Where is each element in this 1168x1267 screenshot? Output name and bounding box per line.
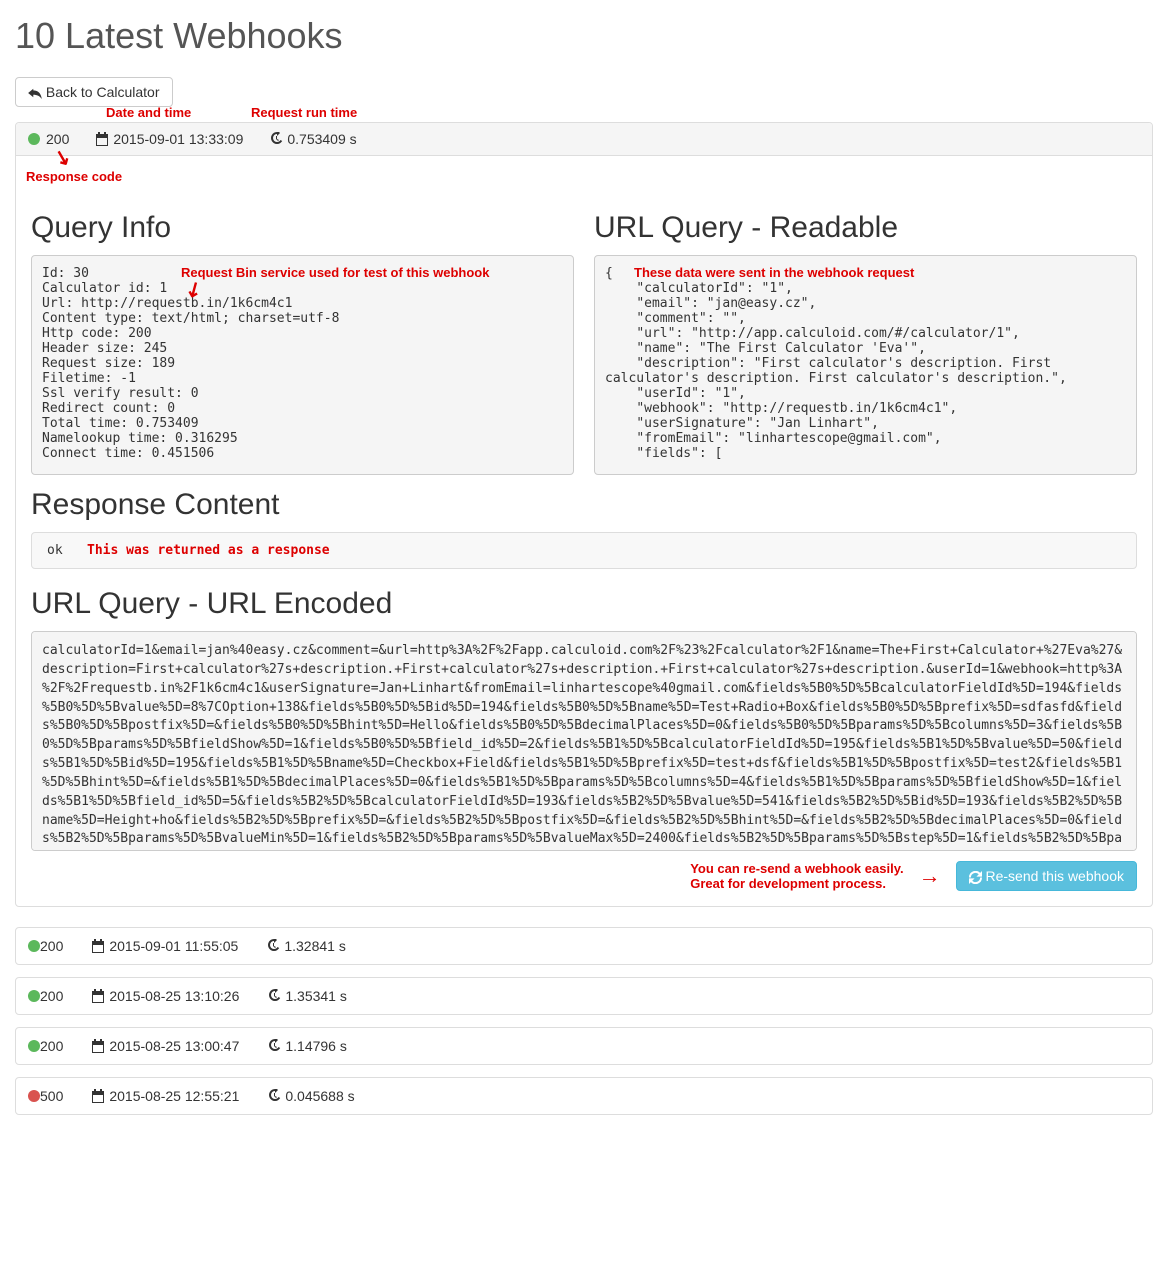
resend-webhook-button[interactable]: Re-send this webhook (956, 861, 1137, 891)
datetime-value: 2015-08-25 13:00:47 (109, 1038, 239, 1054)
url-readable-heading: URL Query - Readable (594, 211, 1137, 245)
runtime-value: 1.32841 s (284, 938, 346, 954)
runtime-value: 1.35341 s (285, 988, 347, 1004)
history-icon (266, 939, 280, 953)
annotation-response: This was returned as a response (87, 543, 330, 558)
calendar-icon (95, 132, 109, 146)
calendar-icon (91, 1039, 105, 1053)
runtime-value: 0.753409 s (287, 131, 356, 147)
runtime-value: 1.14796 s (285, 1038, 347, 1054)
webhook-detail-panel: Date and time Request run time 200 2015-… (15, 122, 1153, 907)
status-code: 200 (40, 938, 63, 954)
panel-body: Query Info Request Bin service used for … (16, 156, 1152, 906)
back-button[interactable]: Back to Calculator (15, 77, 173, 107)
webhook-row[interactable]: 200 2015-09-01 11:55:05 1.32841 s (15, 927, 1153, 965)
history-icon (267, 1089, 281, 1103)
history-icon (267, 989, 281, 1003)
status-code: 200 (40, 1038, 63, 1054)
calendar-icon (91, 1089, 105, 1103)
annotation-resend-2: Great for development process. (690, 876, 903, 891)
annotation-data-sent: These data were sent in the webhook requ… (634, 265, 914, 280)
webhook-row[interactable]: 200 2015-08-25 13:00:47 1.14796 s (15, 1027, 1153, 1065)
status-code: 500 (40, 1088, 63, 1104)
reply-icon (28, 87, 42, 99)
annotation-request-bin: Request Bin service used for test of thi… (181, 265, 489, 280)
panel-heading[interactable]: Date and time Request run time 200 2015-… (16, 123, 1152, 156)
status-dot-icon (28, 990, 40, 1002)
status-dot-icon (28, 1090, 40, 1102)
query-info-heading: Query Info (31, 211, 574, 245)
datetime-value: 2015-08-25 12:55:21 (109, 1088, 239, 1104)
annotation-response-code: Response code (26, 169, 122, 184)
calendar-icon (91, 939, 105, 953)
datetime-value: 2015-08-25 13:10:26 (109, 988, 239, 1004)
calendar-icon (91, 989, 105, 1003)
arrow-right-icon: → (919, 863, 941, 889)
status-dot-icon (28, 1040, 40, 1052)
annotation-resend-1: You can re-send a webhook easily. (690, 861, 903, 876)
history-icon (267, 1039, 281, 1053)
url-encoded-heading: URL Query - URL Encoded (31, 587, 1137, 621)
response-text: ok (47, 543, 63, 558)
datetime-value: 2015-09-01 13:33:09 (113, 131, 243, 147)
response-content-heading: Response Content (31, 488, 1137, 522)
page-title: 10 Latest Webhooks (15, 15, 1153, 57)
webhook-row[interactable]: 500 2015-08-25 12:55:21 0.045688 s (15, 1077, 1153, 1115)
status-code: 200 (40, 988, 63, 1004)
runtime-value: 0.045688 s (285, 1088, 354, 1104)
refresh-icon (969, 871, 982, 884)
query-info-textarea[interactable] (31, 255, 574, 475)
response-content-box: ok This was returned as a response (31, 532, 1137, 569)
url-readable-textarea[interactable] (594, 255, 1137, 475)
history-icon (269, 132, 283, 146)
webhook-row[interactable]: 200 2015-08-25 13:10:26 1.35341 s (15, 977, 1153, 1015)
datetime-value: 2015-09-01 11:55:05 (109, 938, 238, 954)
url-encoded-textarea[interactable]: calculatorId=1&email=jan%40easy.cz&comme… (31, 631, 1137, 851)
annotation-runtime: Request run time (251, 105, 357, 120)
annotation-datetime: Date and time (106, 105, 191, 120)
status-dot-icon (28, 133, 40, 145)
status-dot-icon (28, 940, 40, 952)
